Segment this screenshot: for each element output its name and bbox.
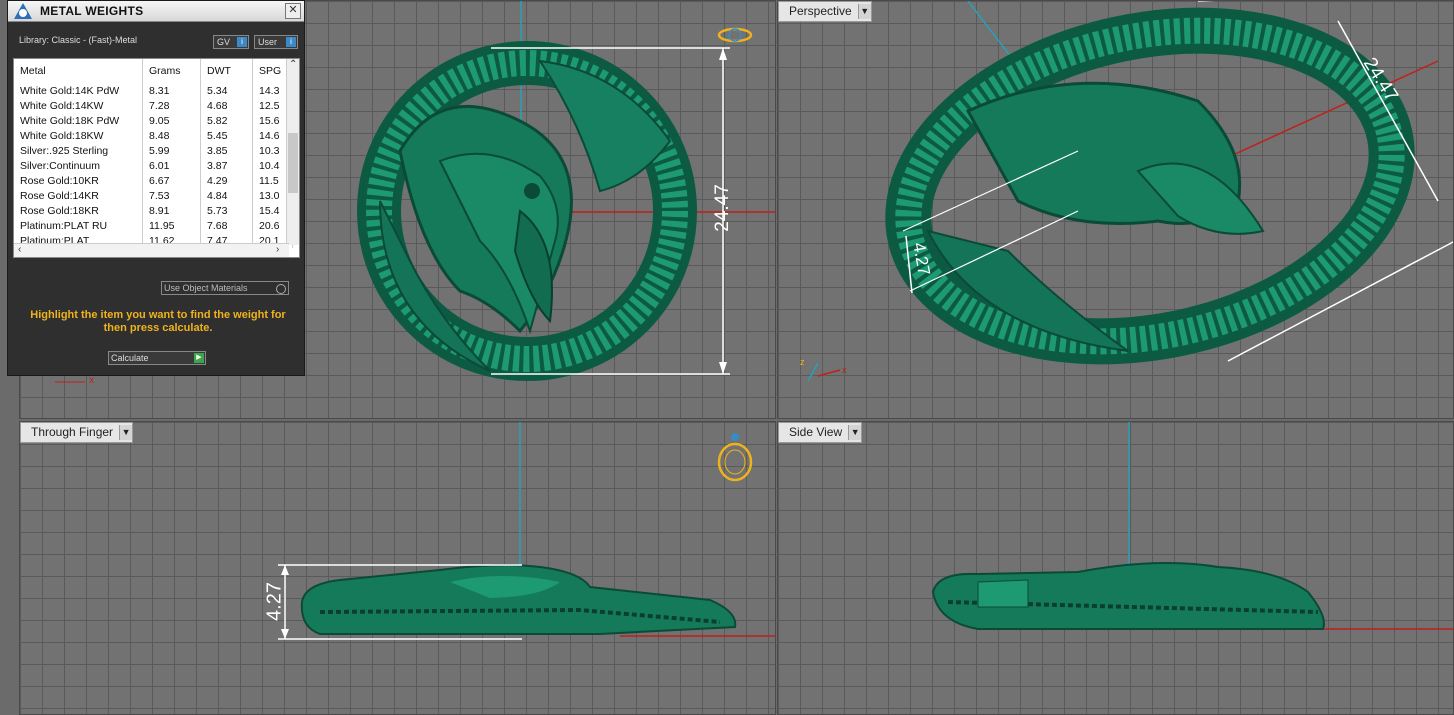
play-icon: ▶ <box>194 353 204 363</box>
panel-title-bar[interactable]: METAL WEIGHTS ✕ <box>8 1 304 22</box>
gv-toggle[interactable]: GV i <box>213 35 249 49</box>
viewport-side-view[interactable]: Side View ▼ <box>777 421 1454 715</box>
table-cell: 4.29 <box>200 173 253 188</box>
viewport-label-perspective[interactable]: Perspective ▼ <box>778 1 872 22</box>
table-cell: 5.34 <box>200 83 253 98</box>
dimension-label-through-finger: 4.27 <box>263 582 286 621</box>
chevron-down-icon[interactable]: ▼ <box>857 4 871 19</box>
calculate-label: Calculate <box>111 353 149 363</box>
viewport-side-scene <box>931 422 1453 630</box>
table-cell: 9.05 <box>142 113 201 128</box>
table-cell: 5.73 <box>200 203 253 218</box>
table-row[interactable]: Platinum:PLAT RU 11.95 7.68 20.6 <box>14 218 293 233</box>
table-row[interactable]: Silver:.925 Sterling 5.99 3.85 10.3 <box>14 143 293 158</box>
table-cell: 4.68 <box>200 98 253 113</box>
table-cell: Silver:Continuum <box>14 158 143 173</box>
close-icon[interactable]: ✕ <box>285 3 301 19</box>
table-row[interactable]: Rose Gold:14KR 7.53 4.84 13.0 <box>14 188 293 203</box>
table-cell: 11.95 <box>142 218 201 233</box>
user-toggle[interactable]: User i <box>254 35 298 49</box>
column-header-dwt[interactable]: DWT <box>200 59 253 83</box>
calculate-button[interactable]: Calculate ▶ <box>108 351 206 365</box>
horizontal-scrollbar[interactable]: ‹ › <box>14 243 289 257</box>
gv-toggle-label: GV <box>217 37 231 47</box>
table-cell: 6.67 <box>142 173 201 188</box>
table-cell: 8.48 <box>142 128 201 143</box>
viewport-label-through-finger[interactable]: Through Finger ▼ <box>20 422 134 443</box>
column-header-metal[interactable]: Metal <box>14 59 143 83</box>
ring-orientation-icon[interactable] <box>714 434 756 484</box>
scroll-right-icon[interactable]: › <box>276 244 279 255</box>
use-object-materials-toggle[interactable]: Use Object Materials <box>161 281 289 295</box>
use-object-materials-label: Use Object Materials <box>164 283 248 293</box>
viewport-label-perspective-text: Perspective <box>789 4 852 18</box>
table-cell: 5.82 <box>200 113 253 128</box>
table-cell: White Gold:18KW <box>14 128 143 143</box>
info-icon: i <box>237 37 247 47</box>
info-icon: i <box>286 37 296 47</box>
pendant-model-perspective <box>885 7 1415 365</box>
viewport-perspective[interactable]: Perspective ▼ 24.47 4.27 z x <box>777 0 1454 419</box>
dimension-label-top: 24.47 <box>712 184 733 232</box>
view-cube-ring-icon[interactable] <box>714 25 756 45</box>
viewport-label-through-finger-text: Through Finger <box>31 425 114 439</box>
viewport-perspective-scene <box>807 1 1453 382</box>
viewport-label-side-view-text: Side View <box>789 425 843 439</box>
library-label: Library: Classic - (Fast)-Metal <box>19 35 138 45</box>
app-logo-icon <box>12 2 34 20</box>
table-cell: 7.28 <box>142 98 201 113</box>
table-cell: 4.84 <box>200 188 253 203</box>
table-row[interactable]: Rose Gold:10KR 6.67 4.29 11.5 <box>14 173 293 188</box>
viewport-through-finger-scene <box>278 422 775 640</box>
table-cell: 3.87 <box>200 158 253 173</box>
instruction-text: Highlight the item you want to find the … <box>30 309 286 334</box>
table-cell: Rose Gold:14KR <box>14 188 143 203</box>
pendant-model-side <box>931 562 1325 630</box>
scroll-thumb[interactable] <box>288 133 298 193</box>
table-row[interactable]: White Gold:18K PdW 9.05 5.82 15.6 <box>14 113 293 128</box>
table-cell: Rose Gold:18KR <box>14 203 143 218</box>
chevron-down-icon[interactable]: ▼ <box>848 425 862 440</box>
user-toggle-label: User <box>258 37 278 47</box>
panel-title: METAL WEIGHTS <box>40 4 144 18</box>
table-cell: 5.99 <box>142 143 201 158</box>
table-cell: Platinum:PLAT RU <box>14 218 143 233</box>
table-cell: 5.45 <box>200 128 253 143</box>
table-cell: Silver:.925 Sterling <box>14 143 143 158</box>
table-cell: 6.01 <box>142 158 201 173</box>
table-row[interactable]: Silver:Continuum 6.01 3.87 10.4 <box>14 158 293 173</box>
viewport-through-finger[interactable]: Through Finger ▼ 4.27 <box>19 421 776 715</box>
table-row[interactable]: White Gold:14K PdW 8.31 5.34 14.3 <box>14 83 293 98</box>
radio-icon[interactable] <box>276 284 286 294</box>
axis-x-label: x <box>89 375 94 386</box>
table-cell: 8.31 <box>142 83 201 98</box>
column-header-grams[interactable]: Grams <box>142 59 201 83</box>
table-cell: Rose Gold:10KR <box>14 173 143 188</box>
axis-indicator-x: x <box>842 365 847 375</box>
scroll-left-icon[interactable]: ‹ <box>18 244 21 255</box>
metal-weights-panel[interactable]: METAL WEIGHTS ✕ Library: Classic - (Fast… <box>7 0 305 376</box>
table-header-row: Metal Grams DWT SPG <box>14 59 293 83</box>
table-cell: White Gold:14K PdW <box>14 83 143 98</box>
table-row[interactable]: White Gold:18KW 8.48 5.45 14.6 <box>14 128 293 143</box>
table-cell: 7.53 <box>142 188 201 203</box>
table-cell: 3.85 <box>200 143 253 158</box>
table-cell: White Gold:14KW <box>14 98 143 113</box>
scroll-up-icon[interactable]: ⌃ <box>289 59 297 70</box>
vertical-scrollbar[interactable]: ⌃ <box>286 59 299 245</box>
table-row[interactable]: Rose Gold:18KR 8.91 5.73 15.4 <box>14 203 293 218</box>
pendant-model-through-finger <box>300 564 737 635</box>
viewport-label-side-view[interactable]: Side View ▼ <box>778 422 863 443</box>
chevron-down-icon[interactable]: ▼ <box>119 425 133 440</box>
pendant-model-top <box>357 41 697 381</box>
axis-indicator: z <box>800 357 805 367</box>
table-row[interactable]: White Gold:14KW 7.28 4.68 12.5 <box>14 98 293 113</box>
table-cell: 7.68 <box>200 218 253 233</box>
metal-table[interactable]: Metal Grams DWT SPG White Gold:14K PdW 8.… <box>13 58 300 258</box>
table-cell: 8.91 <box>142 203 201 218</box>
table-cell: White Gold:18K PdW <box>14 113 143 128</box>
